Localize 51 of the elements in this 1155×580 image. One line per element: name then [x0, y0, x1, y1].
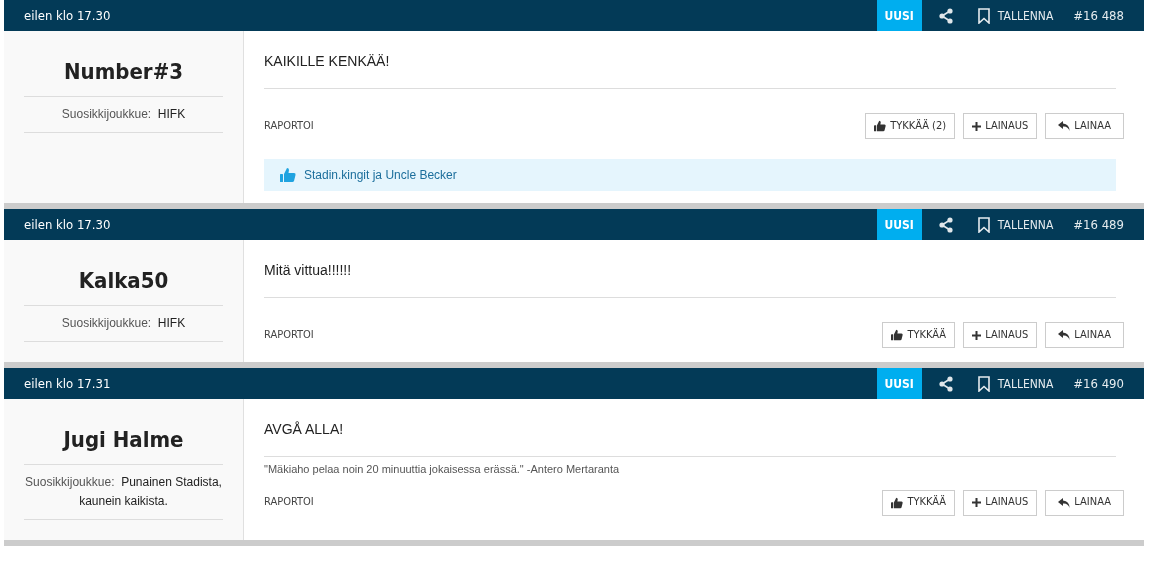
post-body: AVGÅ ALLA!	[264, 419, 1116, 457]
save-button[interactable]: TALLENNA	[969, 209, 1062, 240]
like-button[interactable]: TYKKÄÄ (2)	[865, 113, 956, 139]
bookmark-icon	[977, 375, 990, 392]
plus-icon	[972, 330, 982, 340]
reply-button[interactable]: LAINAA	[1045, 489, 1124, 516]
post-time: eilen klo 17.30	[23, 6, 111, 25]
reply-button[interactable]: LAINAA	[1045, 113, 1124, 139]
report-link[interactable]: RAPORTOI	[264, 326, 314, 344]
thumbs-up-icon	[280, 167, 296, 183]
bookmark-icon	[977, 216, 990, 233]
signature: "Mäkiaho pelaa noin 20 minuuttia jokaisessa erässä." -Antero Mertaranta	[264, 462, 621, 477]
author-name: Number#3	[24, 55, 223, 97]
author-name: Jugi Halme	[24, 423, 223, 465]
thumbs-up-icon	[891, 496, 904, 509]
new-badge: UUSI	[876, 368, 922, 399]
share-icon	[937, 375, 954, 392]
liked-by-text: Stadin.kingit ja Uncle Becker	[304, 167, 457, 184]
share-icon	[937, 216, 954, 233]
quote-button[interactable]: LAINAUS	[963, 322, 1038, 348]
plus-icon	[972, 498, 982, 507]
share-icon	[937, 7, 954, 24]
thumbs-up-icon	[891, 329, 904, 341]
report-link[interactable]: RAPORTOI	[264, 494, 314, 511]
new-badge: UUSI	[876, 209, 922, 240]
like-button[interactable]: TYKKÄÄ	[882, 322, 956, 348]
post-body: KAIKILLE KENKÄÄ!	[264, 51, 1116, 89]
plus-icon	[972, 121, 982, 131]
post-number: #16 490	[1072, 374, 1125, 393]
reply-arrow-icon	[1058, 121, 1071, 131]
reply-button[interactable]: LAINAA	[1045, 322, 1124, 348]
quote-button[interactable]: LAINAUS	[963, 113, 1038, 139]
save-button[interactable]: TALLENNA	[969, 368, 1062, 399]
bookmark-icon	[977, 7, 990, 24]
author-name: Kalka50	[24, 264, 223, 306]
save-button[interactable]: TALLENNA	[969, 0, 1062, 31]
post-time: eilen klo 17.30	[23, 215, 111, 234]
new-badge: UUSI	[876, 0, 922, 31]
like-button[interactable]: TYKKÄÄ	[882, 489, 956, 516]
post-body: Mitä vittua!!!!!!	[264, 260, 1116, 298]
report-link[interactable]: RAPORTOI	[264, 117, 314, 135]
reply-arrow-icon	[1058, 330, 1071, 340]
quote-button[interactable]: LAINAUS	[963, 489, 1038, 516]
post-number: #16 489	[1072, 215, 1125, 234]
favorite-team: Suosikkijoukkue: HIFK	[24, 97, 223, 133]
post-number: #16 488	[1072, 6, 1125, 25]
favorite-team: Suosikkijoukkue: Punainen Stadista, kaunein kaikista.	[24, 465, 223, 520]
thumbs-up-icon	[874, 120, 887, 132]
favorite-team: Suosikkijoukkue: HIFK	[24, 306, 223, 342]
reply-arrow-icon	[1058, 497, 1071, 508]
post-time: eilen klo 17.31	[23, 374, 111, 393]
